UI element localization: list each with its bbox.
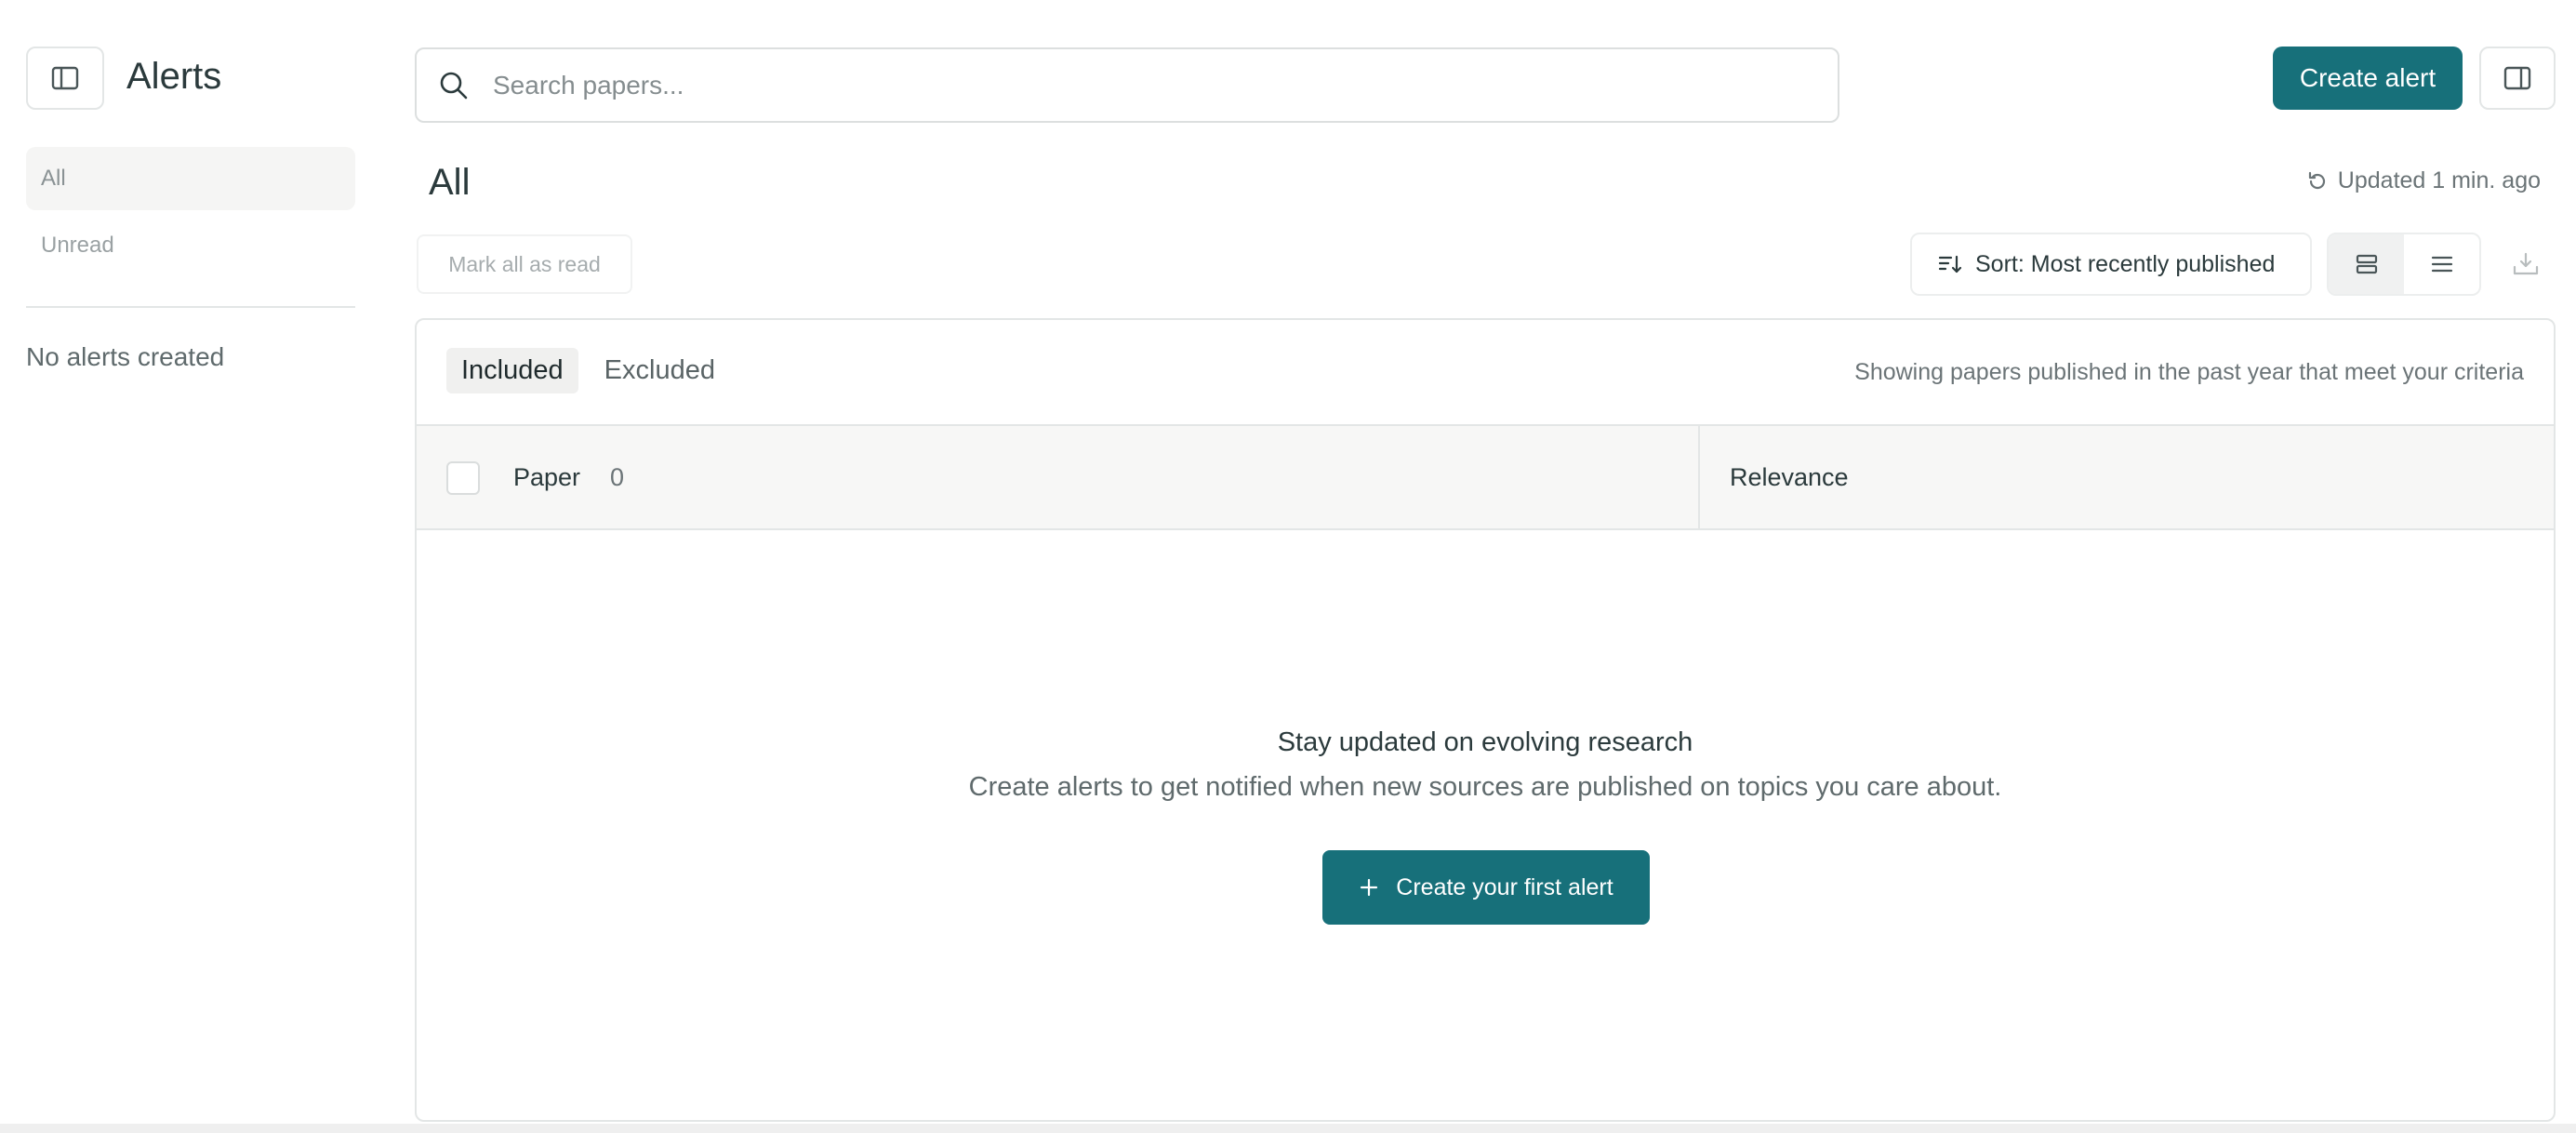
sidebar-toggle-icon <box>51 66 79 90</box>
sidebar-item-all[interactable]: All <box>26 147 355 210</box>
plus-icon <box>1359 877 1379 898</box>
download-icon <box>2512 251 2540 277</box>
panel-right-icon <box>2503 66 2531 90</box>
card-view-button[interactable] <box>2329 234 2404 294</box>
paper-count: 0 <box>610 463 625 491</box>
select-all-checkbox[interactable] <box>446 461 480 495</box>
panel-toggle-button[interactable] <box>2479 47 2556 110</box>
sort-button[interactable]: Sort: Most recently published <box>1910 233 2312 296</box>
results-tabs: Included Excluded <box>446 348 730 393</box>
list-view-button[interactable] <box>2404 234 2479 294</box>
empty-state-title: Stay updated on evolving research <box>1277 727 1693 757</box>
tab-excluded[interactable]: Excluded <box>590 348 730 393</box>
results-panel: Included Excluded Showing papers publish… <box>415 318 2556 1122</box>
updated-status[interactable]: Updated 1 min. ago <box>2306 167 2541 194</box>
view-toggle-group <box>2327 233 2481 296</box>
sidebar-toggle-button[interactable] <box>26 47 104 110</box>
sidebar-title: Alerts <box>126 56 222 97</box>
column-divider <box>1698 426 1700 528</box>
search-icon <box>437 69 471 102</box>
sidebar-item-unread[interactable]: Unread <box>26 214 355 277</box>
updated-text: Updated 1 min. ago <box>2337 167 2541 193</box>
search-bar[interactable] <box>415 47 1839 123</box>
sort-icon <box>1938 253 1962 275</box>
card-view-icon <box>2355 253 2379 275</box>
create-first-alert-label: Create your first alert <box>1396 873 1613 900</box>
search-input[interactable] <box>493 70 1838 100</box>
no-alerts-text: No alerts created <box>26 342 225 371</box>
criteria-text: Showing papers published in the past yea… <box>1854 359 2524 385</box>
sort-label: Sort: Most recently published <box>1975 250 2276 277</box>
table-header: Paper 0 Relevance <box>417 424 2554 530</box>
column-relevance[interactable]: Relevance <box>1730 463 1849 492</box>
column-paper[interactable]: Paper <box>513 463 580 492</box>
sidebar-divider <box>26 306 355 308</box>
mark-all-read-button[interactable]: Mark all as read <box>417 234 632 294</box>
download-button[interactable] <box>2505 236 2546 292</box>
sidebar: Alerts All Unread No alerts created <box>0 0 381 1126</box>
bottom-strip <box>0 1124 2576 1133</box>
create-alert-button[interactable]: Create alert <box>2273 47 2463 110</box>
empty-state-subtitle: Create alerts to get notified when new s… <box>968 772 2002 802</box>
list-view-icon <box>2430 253 2454 275</box>
create-first-alert-button[interactable]: Create your first alert <box>1322 850 1650 925</box>
page-title: All <box>429 162 471 203</box>
refresh-icon <box>2306 170 2329 193</box>
tab-included[interactable]: Included <box>446 348 578 393</box>
app: Alerts All Unread No alerts created Crea… <box>0 0 2576 1133</box>
